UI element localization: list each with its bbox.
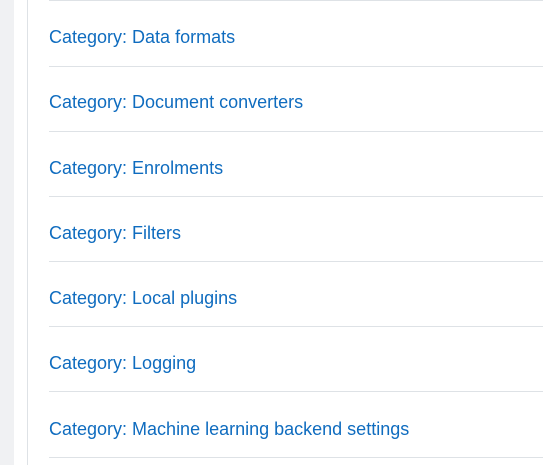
category-link[interactable]: Category: Data formats <box>49 27 235 48</box>
category-name: Machine learning backend settings <box>132 418 410 439</box>
category-link[interactable]: Category: Enrolments <box>49 158 223 179</box>
admin-category-page: Category: Data formats Category: Documen… <box>0 0 543 465</box>
category-prefix: Category: <box>49 287 133 308</box>
category-link[interactable]: Category: Local plugins <box>49 288 237 309</box>
category-item-data-formats[interactable]: Category: Data formats <box>49 5 543 69</box>
category-item-local-plugins[interactable]: Category: Local plugins <box>49 266 543 330</box>
category-item-document-converters[interactable]: Category: Document converters <box>49 70 543 134</box>
list-divider <box>49 66 543 67</box>
list-divider <box>49 391 543 392</box>
category-prefix: Category: <box>49 157 133 178</box>
content-border <box>27 0 28 465</box>
category-list: Category: Data formats Category: Documen… <box>49 0 543 465</box>
category-prefix: Category: <box>49 418 133 439</box>
list-divider <box>49 0 543 1</box>
category-name: Data formats <box>132 26 236 47</box>
category-item-logging[interactable]: Category: Logging <box>49 331 543 395</box>
list-divider <box>49 326 543 327</box>
category-prefix: Category: <box>49 352 133 373</box>
category-name: Enrolments <box>132 157 224 178</box>
category-prefix: Category: <box>49 26 133 47</box>
category-item-filters[interactable]: Category: Filters <box>49 201 543 265</box>
category-prefix: Category: <box>49 222 133 243</box>
category-name: Filters <box>132 222 182 243</box>
category-item-enrolments[interactable]: Category: Enrolments <box>49 136 543 200</box>
category-name: Document converters <box>132 91 304 112</box>
category-link[interactable]: Category: Filters <box>49 223 181 244</box>
category-link[interactable]: Category: Machine learning backend setti… <box>49 419 409 440</box>
list-divider <box>49 457 543 458</box>
category-name: Local plugins <box>132 287 238 308</box>
category-link[interactable]: Category: Logging <box>49 353 196 374</box>
list-divider <box>49 131 543 132</box>
category-item-machine-learning[interactable]: Category: Machine learning backend setti… <box>49 397 543 461</box>
list-divider <box>49 261 543 262</box>
category-prefix: Category: <box>49 91 133 112</box>
list-divider <box>49 196 543 197</box>
page-gutter <box>0 0 14 465</box>
category-name: Logging <box>132 352 197 373</box>
category-link[interactable]: Category: Document converters <box>49 92 303 113</box>
